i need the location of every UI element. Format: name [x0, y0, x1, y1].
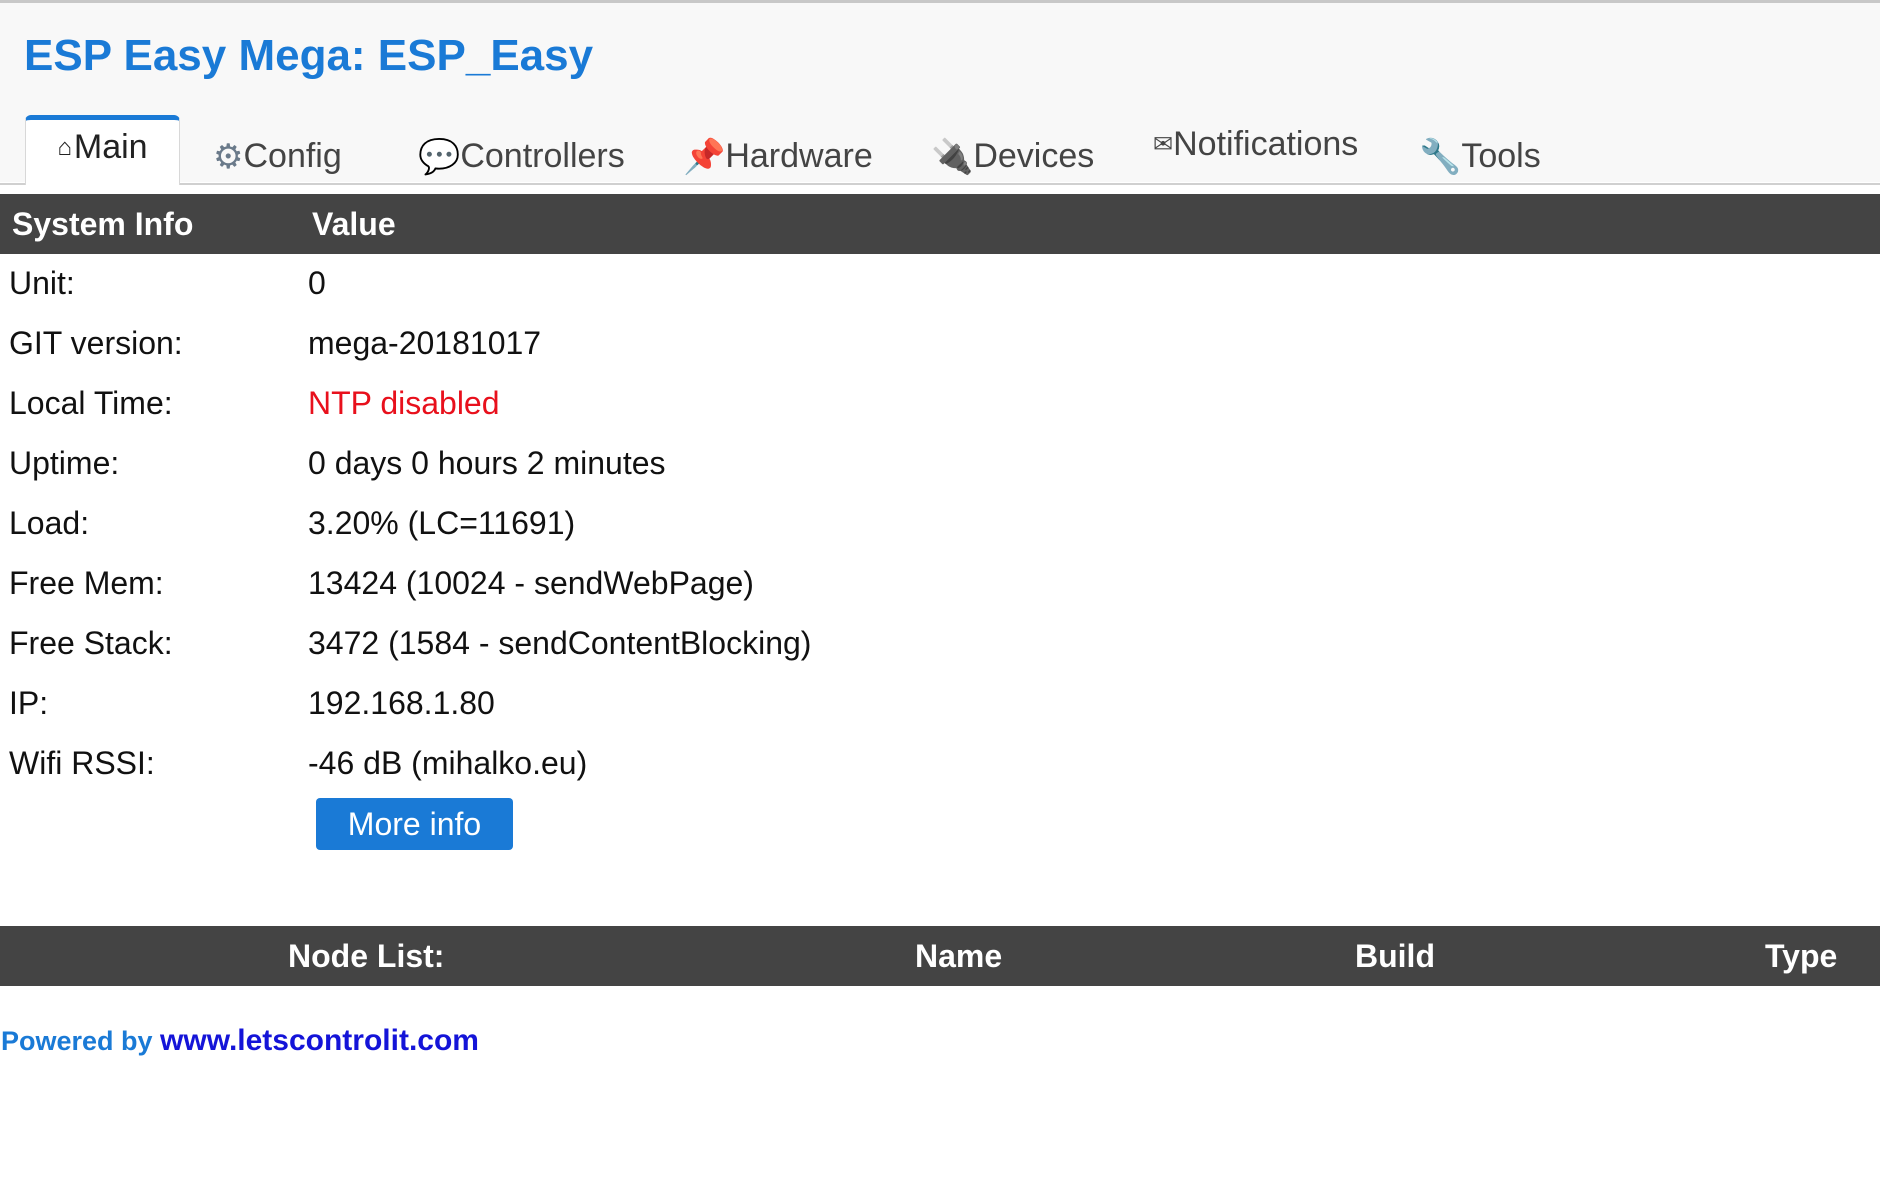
- info-value: 0: [308, 265, 326, 301]
- column-header-build: Build: [1355, 938, 1435, 974]
- more-info-button[interactable]: More info: [316, 798, 513, 850]
- tab-devices[interactable]: 🔌 Devices: [931, 137, 1094, 176]
- info-value-ntp-status: NTP disabled: [308, 385, 500, 421]
- app-title: ESP Easy Mega: ESP_Easy: [24, 31, 594, 80]
- tab-label: Main: [73, 128, 148, 166]
- tab-hardware[interactable]: 📌 Hardware: [683, 137, 873, 176]
- footer: Powered by www.letscontrolit.com: [1, 1024, 479, 1058]
- info-value: -46 dB (mihalko.eu): [308, 745, 588, 781]
- column-header-name: Name: [915, 938, 1003, 974]
- tab-label: Tools: [1461, 137, 1541, 175]
- footer-prefix: Powered by: [1, 1026, 161, 1056]
- column-header-system-info: System Info: [12, 206, 194, 242]
- info-value: 3.20% (LC=11691): [308, 505, 576, 541]
- tab-bar: ⌂ Main ⚙ Config 💬 Controllers 📌 Hardware…: [0, 115, 1880, 185]
- tab-label: Controllers: [460, 137, 625, 175]
- info-label: Load:: [9, 505, 90, 541]
- info-row-free-stack: Free Stack: 3472 (1584 - sendContentBloc…: [0, 614, 1880, 674]
- info-value: mega-20181017: [308, 325, 542, 361]
- home-icon: ⌂: [57, 133, 72, 161]
- tab-config[interactable]: ⚙ Config: [213, 137, 342, 176]
- envelope-icon: ✉: [1153, 130, 1174, 158]
- info-label: Wifi RSSI:: [9, 745, 155, 781]
- info-label: IP:: [9, 685, 49, 721]
- info-row-free-mem: Free Mem: 13424 (10024 - sendWebPage): [0, 554, 1880, 614]
- letscontrolit-link[interactable]: www.letscontrolit.com: [160, 1024, 479, 1057]
- tab-main[interactable]: ⌂ Main: [25, 115, 180, 185]
- info-row-local-time: Local Time: NTP disabled: [0, 374, 1880, 434]
- plug-icon: 🔌: [931, 137, 974, 176]
- column-header-node-list: Node List:: [288, 938, 445, 974]
- info-value: 3472 (1584 - sendContentBlocking): [308, 625, 812, 661]
- info-row-load: Load: 3.20% (LC=11691): [0, 494, 1880, 554]
- info-row-unit: Unit: 0: [0, 254, 1880, 314]
- info-label: Unit:: [9, 265, 75, 301]
- info-label: Local Time:: [9, 385, 173, 421]
- tab-label: Config: [243, 137, 342, 175]
- wrench-icon: 🔧: [1419, 137, 1462, 176]
- pushpin-icon: 📌: [683, 137, 726, 176]
- column-header-value: Value: [312, 206, 396, 242]
- info-row-ip: IP: 192.168.1.80: [0, 674, 1880, 734]
- tab-label: Devices: [973, 137, 1095, 175]
- info-label: GIT version:: [9, 325, 183, 361]
- info-label: Free Mem:: [9, 565, 164, 601]
- gear-icon: ⚙: [213, 137, 244, 176]
- info-row-git-version: GIT version: mega-20181017: [0, 314, 1880, 374]
- info-value: 0 days 0 hours 2 minutes: [308, 445, 666, 481]
- page-header: ESP Easy Mega: ESP_Easy ⌂ Main ⚙ Config …: [0, 0, 1880, 185]
- node-list-header: Node List: Name Build Type: [0, 926, 1880, 986]
- info-row-uptime: Uptime: 0 days 0 hours 2 minutes: [0, 434, 1880, 494]
- info-value: 192.168.1.80: [308, 685, 495, 721]
- info-label: Uptime:: [9, 445, 120, 481]
- tab-label: Hardware: [725, 137, 873, 175]
- tab-label: Notifications: [1173, 125, 1359, 163]
- info-label: Free Stack:: [9, 625, 173, 661]
- tab-tools[interactable]: 🔧 Tools: [1419, 137, 1541, 176]
- info-value: 13424 (10024 - sendWebPage): [308, 565, 754, 601]
- speech-bubble-icon: 💬: [418, 137, 461, 176]
- system-info-header: System Info Value: [0, 194, 1880, 254]
- info-row-wifi-rssi: Wifi RSSI: -46 dB (mihalko.eu): [0, 734, 1880, 794]
- tab-controllers[interactable]: 💬 Controllers: [418, 137, 625, 176]
- tab-notifications[interactable]: ✉ Notifications: [1153, 125, 1358, 164]
- column-header-type: Type: [1765, 938, 1838, 974]
